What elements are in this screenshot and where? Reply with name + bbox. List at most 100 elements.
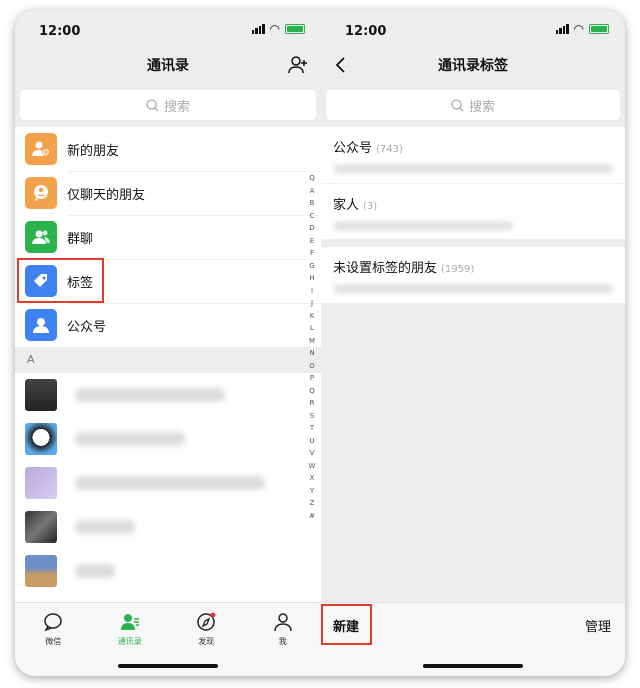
tab-label: 微信 — [45, 637, 62, 646]
index-letter[interactable]: Y — [310, 485, 314, 498]
tag-count: (1959) — [441, 264, 475, 275]
index-letter[interactable]: H — [309, 272, 314, 285]
chat-only-friend-icon — [25, 177, 57, 209]
search-icon — [451, 98, 464, 111]
contacts-menu: 新的朋友 仅聊天的朋友 群聊 标签 公众号 — [15, 127, 321, 347]
avatar — [25, 423, 57, 455]
tag-row-official-accounts[interactable]: 公众号 (743) — [321, 127, 625, 183]
battery-icon — [589, 24, 609, 34]
divider — [321, 239, 625, 247]
contact-row[interactable] — [15, 373, 321, 417]
home-indicator — [423, 664, 523, 668]
tag-count: (743) — [376, 144, 403, 155]
tag-members-redacted — [333, 284, 613, 294]
menu-item-label: 新的朋友 — [67, 143, 120, 159]
index-letter[interactable]: F — [310, 247, 314, 260]
tag-members-redacted — [333, 164, 613, 174]
search-placeholder: 搜索 — [468, 99, 495, 115]
index-letter[interactable]: X — [310, 472, 315, 485]
index-letter[interactable]: # — [309, 510, 315, 523]
index-letter[interactable]: E — [310, 235, 314, 248]
tab-me[interactable]: 我 — [245, 603, 322, 676]
manage-button[interactable]: 管理 — [585, 616, 611, 635]
index-letter[interactable]: G — [309, 260, 314, 273]
tag-members-redacted — [333, 221, 513, 231]
status-icons: ◠ — [251, 23, 305, 35]
index-letter[interactable]: A — [310, 185, 315, 198]
official-account-icon — [25, 309, 57, 341]
contact-row[interactable] — [15, 549, 321, 593]
search-input[interactable]: 搜索 — [20, 90, 316, 120]
contact-name-redacted — [75, 432, 185, 446]
index-letter[interactable]: B — [310, 197, 315, 210]
contact-row[interactable] — [15, 461, 321, 505]
person-icon — [274, 613, 292, 632]
search-input[interactable]: 搜索 — [326, 90, 620, 120]
nav-bar: 通讯录标签 — [321, 46, 625, 84]
alphabet-index[interactable]: Q A B C D E F G H I J K L M N O P Q R S … — [306, 172, 318, 522]
menu-item-official-accounts[interactable]: 公众号 — [15, 303, 321, 347]
compass-icon — [197, 612, 216, 631]
index-letter[interactable]: Z — [310, 497, 315, 510]
index-letter[interactable]: Q — [309, 172, 315, 185]
contact-row[interactable] — [15, 505, 321, 549]
chat-bubble-icon — [44, 613, 62, 632]
menu-item-new-friends[interactable]: 新的朋友 — [15, 127, 321, 171]
screenshot-frame: 12:00 ◠ 通讯录 搜索 新的朋友 仅聊天的朋友 群聊 标签 公众号 A Q… — [15, 10, 625, 676]
contact-tags-screen: 12:00 ◠ 通讯录标签 搜索 公众号 (743) 家人 (3) 未设置标签的… — [321, 10, 625, 676]
tag-name: 未设置标签的朋友 — [333, 261, 438, 276]
menu-item-label: 群聊 — [67, 231, 94, 247]
index-letter[interactable]: J — [311, 297, 313, 310]
index-letter[interactable]: V — [310, 447, 315, 460]
menu-item-label: 公众号 — [67, 319, 107, 335]
group-chat-icon — [25, 221, 57, 253]
add-contact-icon[interactable] — [287, 54, 309, 76]
tag-row-untagged-friends[interactable]: 未设置标签的朋友 (1959) — [321, 247, 625, 303]
index-letter[interactable]: M — [309, 335, 315, 348]
tab-label: 发现 — [198, 637, 215, 646]
index-letter[interactable]: T — [310, 422, 314, 435]
index-letter[interactable]: O — [309, 360, 315, 373]
index-letter[interactable]: U — [309, 435, 314, 448]
status-icons: ◠ — [555, 22, 609, 36]
avatar — [25, 379, 57, 411]
contact-name-redacted — [75, 564, 115, 578]
status-bar: 12:00 ◠ — [321, 10, 625, 46]
index-letter[interactable]: D — [309, 222, 314, 235]
index-letter[interactable]: S — [310, 410, 314, 423]
menu-item-chat-only-friends[interactable]: 仅聊天的朋友 — [15, 171, 321, 215]
index-letter[interactable]: W — [309, 460, 316, 473]
index-letter[interactable]: R — [310, 397, 315, 410]
index-letter[interactable]: Q — [309, 385, 315, 398]
index-letter[interactable]: L — [310, 322, 314, 335]
signal-icon — [251, 24, 265, 34]
tab-bar: 微信 通讯录 发现 我 — [15, 602, 321, 676]
tab-chats[interactable]: 微信 — [15, 603, 92, 676]
index-letter[interactable]: C — [310, 210, 315, 223]
battery-icon — [285, 24, 305, 34]
nav-bar: 通讯录 — [15, 46, 321, 84]
highlight-new-button — [321, 604, 372, 645]
index-letter[interactable]: K — [310, 310, 315, 323]
contacts-screen: 12:00 ◠ 通讯录 搜索 新的朋友 仅聊天的朋友 群聊 标签 公众号 A Q… — [15, 10, 321, 676]
contact-row[interactable] — [15, 417, 321, 461]
highlight-tags-item — [17, 258, 104, 303]
tab-label: 我 — [278, 637, 287, 646]
tab-label: 通讯录 — [117, 637, 142, 646]
tag-list: 公众号 (743) 家人 (3) 未设置标签的朋友 (1959) — [321, 127, 625, 303]
status-time: 12:00 — [39, 24, 81, 39]
wifi-icon: ◠ — [573, 22, 584, 36]
menu-item-group-chats[interactable]: 群聊 — [15, 215, 321, 259]
tag-row-family[interactable]: 家人 (3) — [321, 183, 625, 239]
tag-name: 家人 — [333, 198, 360, 213]
section-header: A — [15, 347, 321, 373]
index-letter[interactable]: P — [310, 372, 314, 385]
avatar — [25, 467, 57, 499]
index-letter[interactable]: N — [309, 347, 314, 360]
signal-icon — [555, 24, 569, 34]
back-icon[interactable] — [331, 54, 353, 76]
contact-name-redacted — [75, 520, 135, 534]
tag-name: 公众号 — [333, 141, 373, 156]
index-letter[interactable]: I — [311, 285, 313, 298]
tag-count: (3) — [363, 201, 378, 212]
